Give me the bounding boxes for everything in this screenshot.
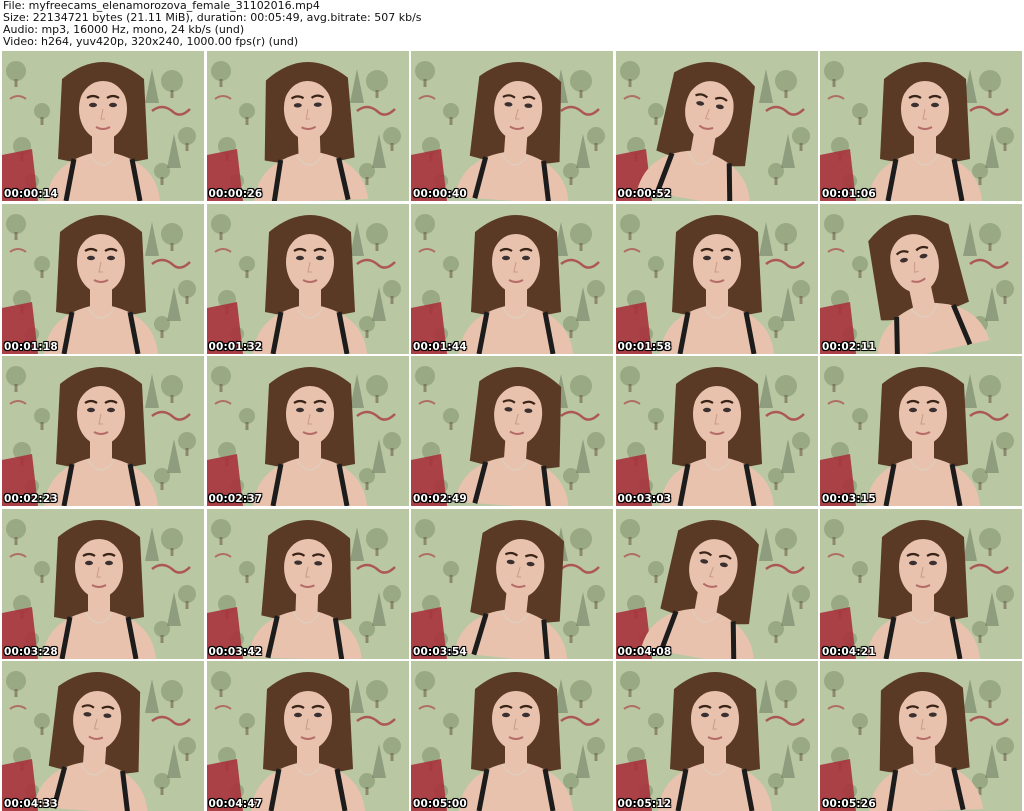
thumbnail-timestamp: 00:01:32 (208, 340, 263, 353)
file-info-header: File: myfreecams_elenamorozova_female_31… (3, 0, 1021, 48)
video-thumbnail: 00:05:00 (411, 661, 613, 811)
video-thumbnail: 00:02:23 (2, 356, 204, 506)
video-thumbnail: 00:00:26 (206, 51, 409, 201)
video-frame-image (615, 508, 818, 659)
video-thumbnail: 00:03:03 (615, 356, 818, 506)
video-thumbnail: 00:04:21 (820, 508, 1022, 659)
video-info-line: Video: h264, yuv420p, 320x240, 1000.00 f… (3, 36, 299, 48)
thumbnail-grid: 00:00:14 00:00:26 00:00:40 00:00:52 00:01:06… (2, 51, 1022, 811)
video-thumbnail: 00:03:54 (411, 508, 613, 659)
thumbnail-timestamp: 00:00:40 (413, 188, 467, 200)
thumbnail-timestamp: 00:04:33 (4, 798, 58, 810)
thumbnail-timestamp: 00:00:26 (208, 188, 263, 200)
video-thumbnail: 00:02:11 (820, 203, 1022, 354)
thumbnail-timestamp: 00:01:58 (617, 340, 672, 353)
video-frame-image (615, 51, 818, 201)
thumbnail-timestamp: 00:04:47 (208, 798, 263, 810)
thumbnail-timestamp: 00:02:37 (208, 493, 263, 505)
video-thumbnail: 00:05:26 (820, 661, 1022, 811)
thumbnail-timestamp: 00:03:03 (617, 493, 672, 505)
video-thumbnail: 00:01:44 (411, 203, 613, 354)
video-frame-image (615, 203, 818, 354)
video-frame-image (206, 661, 409, 811)
thumbnail-timestamp: 00:02:23 (4, 493, 58, 505)
video-frame-image (820, 203, 1022, 354)
video-thumbnail: 00:00:14 (2, 51, 204, 201)
thumbnail-timestamp: 00:00:52 (617, 188, 672, 200)
video-frame-image (2, 661, 204, 811)
video-frame-image (411, 508, 613, 659)
video-thumbnail: 00:00:40 (411, 51, 613, 201)
video-frame-image (206, 508, 409, 659)
video-thumbnail: 00:01:58 (615, 203, 818, 354)
video-frame-image (615, 356, 818, 506)
video-thumbnail: 00:03:15 (820, 356, 1022, 506)
video-thumbnail: 00:03:28 (2, 508, 204, 659)
video-frame-image (2, 51, 204, 201)
video-frame-image (2, 356, 204, 506)
thumbnail-timestamp: 00:03:28 (4, 645, 58, 658)
video-thumbnail: 00:01:32 (206, 203, 409, 354)
video-frame-image (206, 203, 409, 354)
video-thumbnail: 00:04:08 (615, 508, 818, 659)
thumbnail-timestamp: 00:04:08 (617, 645, 672, 658)
thumbnail-timestamp: 00:02:11 (822, 340, 876, 353)
video-thumbnail: 00:02:37 (206, 356, 409, 506)
audio-info-line: Audio: mp3, 16000 Hz, mono, 24 kb/s (und… (3, 24, 245, 36)
video-frame-image (820, 661, 1022, 811)
video-frame-image (206, 356, 409, 506)
video-thumbnail: 00:01:06 (820, 51, 1022, 201)
file-size-line: Size: 22134721 bytes (21.11 MiB), durati… (3, 12, 422, 24)
thumbnail-timestamp: 00:05:26 (822, 798, 876, 810)
video-thumbnail: 00:04:33 (2, 661, 204, 811)
thumbnail-timestamp: 00:03:15 (822, 493, 876, 505)
video-frame-image (206, 51, 409, 201)
video-thumbnail: 00:00:52 (615, 51, 818, 201)
video-frame-image (820, 356, 1022, 506)
video-thumbnail: 00:01:18 (2, 203, 204, 354)
video-frame-image (411, 661, 613, 811)
file-name-line: File: myfreecams_elenamorozova_female_31… (3, 0, 320, 12)
thumbnail-timestamp: 00:05:00 (413, 798, 467, 810)
video-thumbnail: 00:03:42 (206, 508, 409, 659)
thumbnail-timestamp: 00:04:21 (822, 645, 876, 658)
thumbnail-timestamp: 00:01:18 (4, 340, 58, 353)
video-frame-image (411, 356, 613, 506)
thumbnail-timestamp: 00:05:12 (617, 798, 672, 810)
thumbnail-timestamp: 00:00:14 (4, 188, 58, 200)
video-frame-image (411, 51, 613, 201)
video-frame-image (820, 508, 1022, 659)
video-frame-image (2, 508, 204, 659)
video-thumbnail: 00:05:12 (615, 661, 818, 811)
video-frame-image (615, 661, 818, 811)
video-thumbnail: 00:04:47 (206, 661, 409, 811)
thumbnail-timestamp: 00:01:44 (413, 340, 467, 353)
video-thumbnail: 00:02:49 (411, 356, 613, 506)
video-frame-image (411, 203, 613, 354)
thumbnail-timestamp: 00:03:54 (413, 645, 467, 658)
thumbnail-timestamp: 00:02:49 (413, 493, 467, 505)
thumbnail-timestamp: 00:01:06 (822, 188, 876, 200)
thumbnail-timestamp: 00:03:42 (208, 645, 263, 658)
video-frame-image (820, 51, 1022, 201)
video-frame-image (2, 203, 204, 354)
